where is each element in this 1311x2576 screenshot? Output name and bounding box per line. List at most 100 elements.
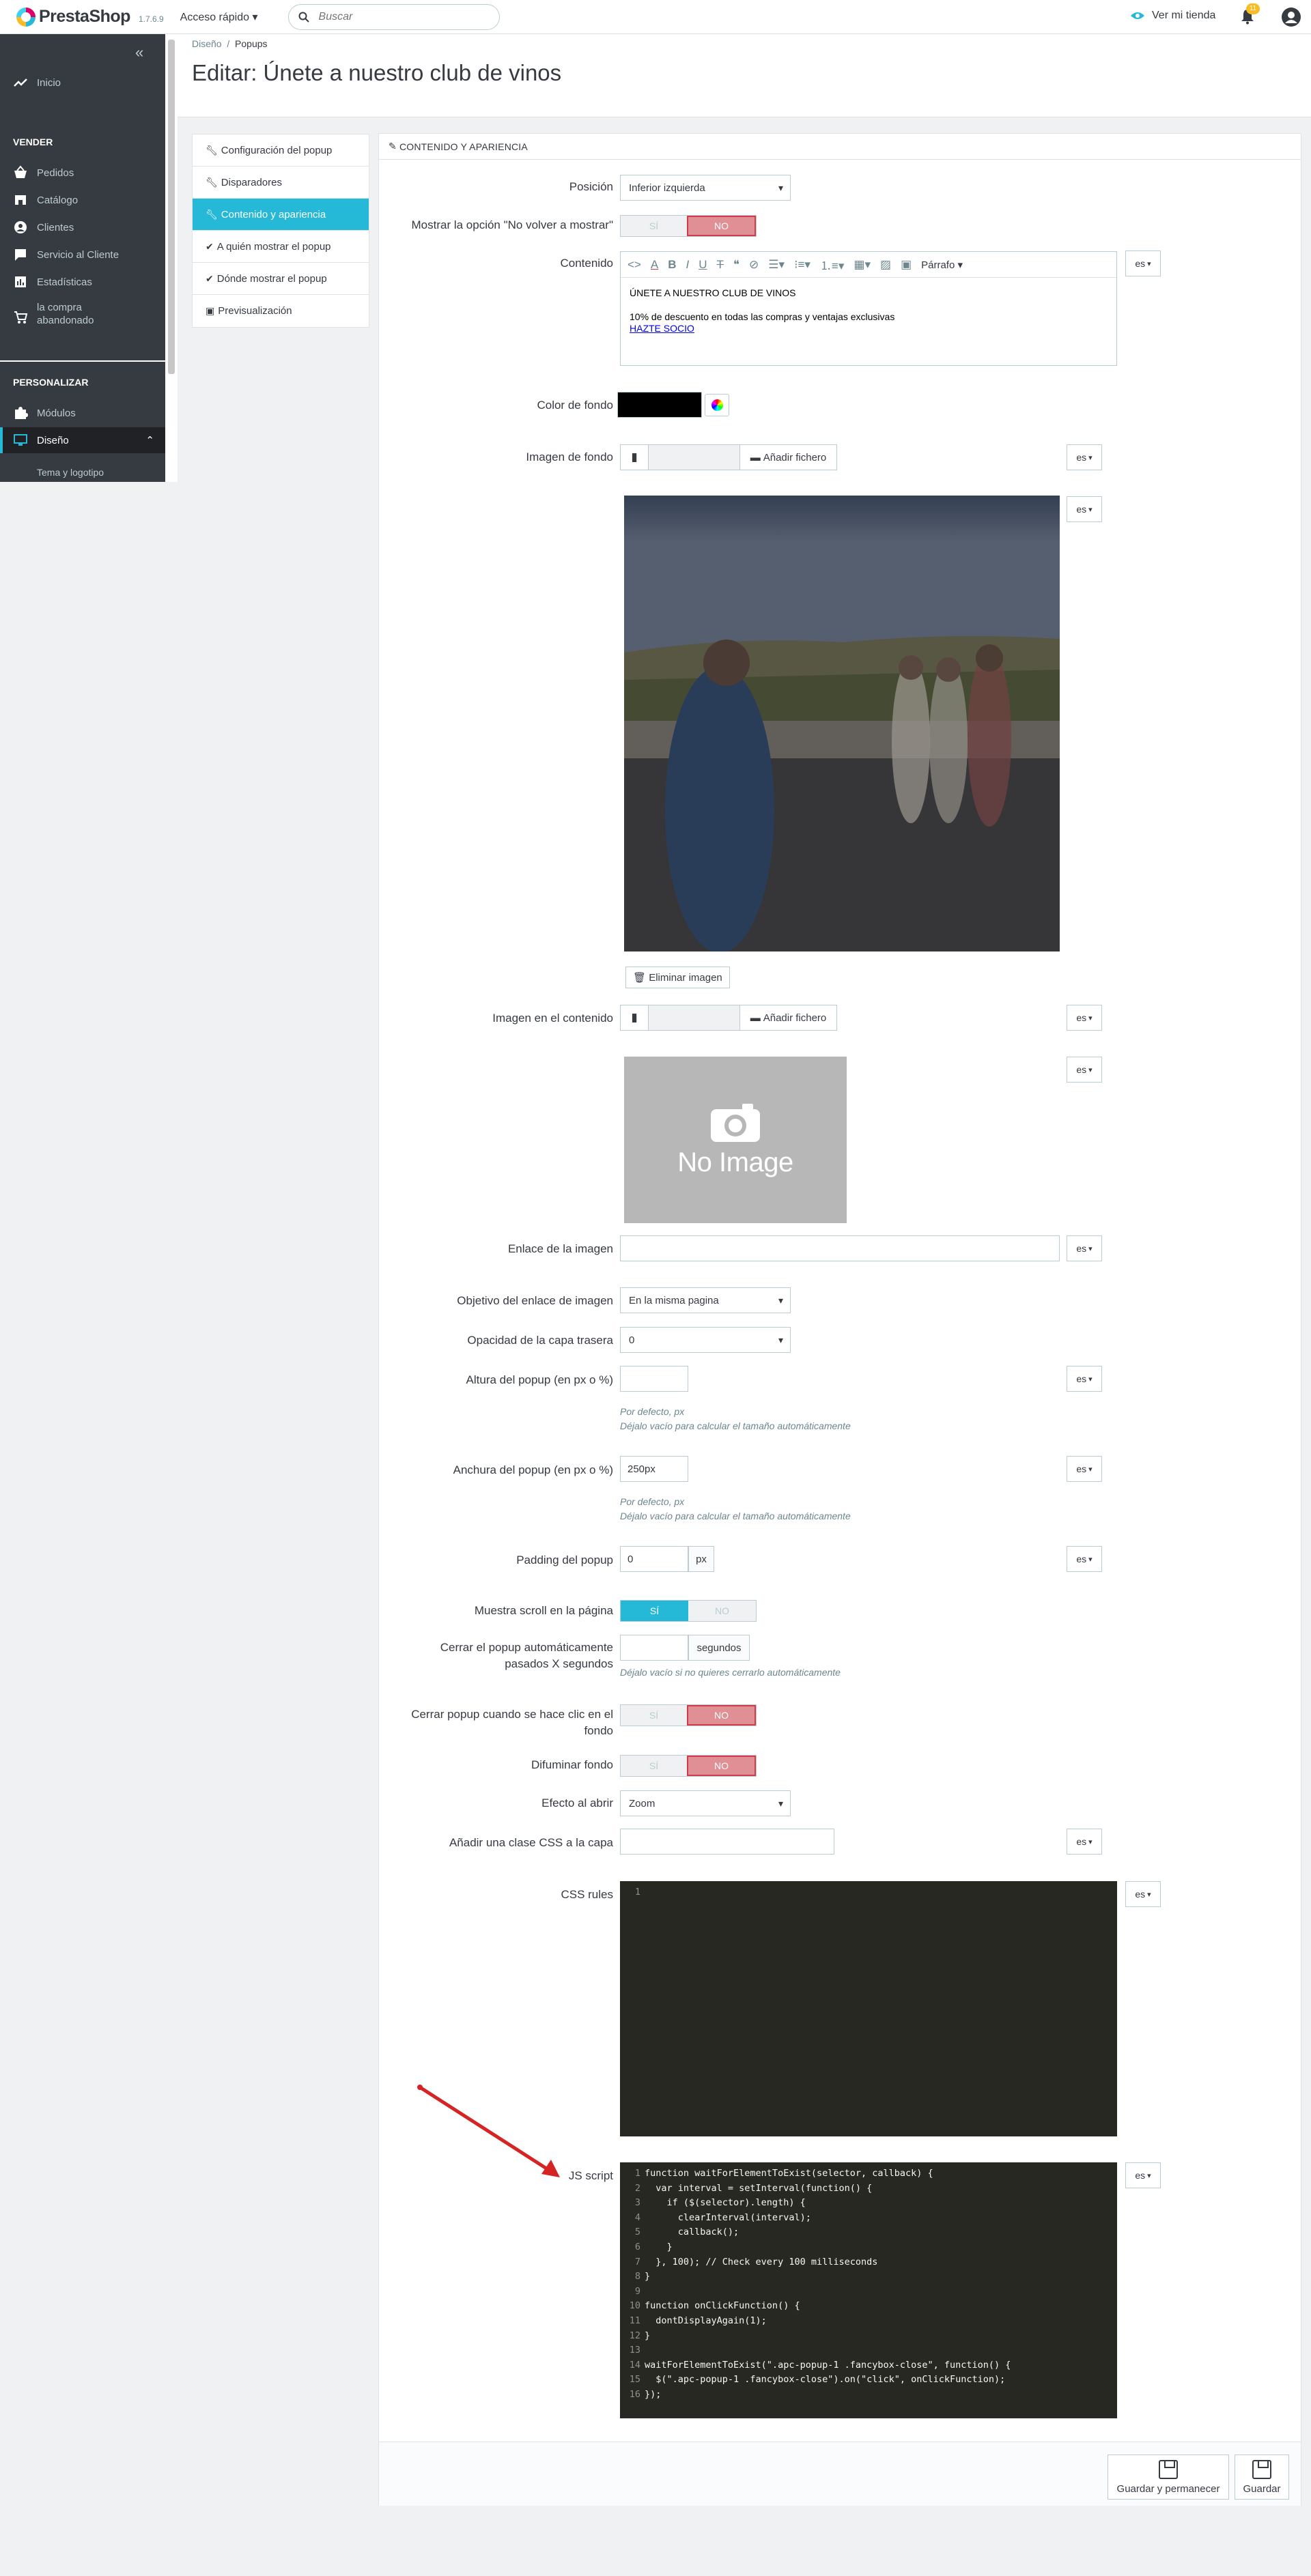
close-bg-switch[interactable]: SÍ NO [620,1704,757,1726]
text-color-icon[interactable]: A [651,258,658,272]
css-code-editor[interactable]: 1 [620,1881,1117,2136]
css-class-input[interactable] [620,1829,834,1855]
view-shop-link[interactable]: Ver mi tienda [1130,10,1215,22]
autoclose-input[interactable] [620,1635,688,1661]
blur-switch[interactable]: SÍ NO [620,1755,757,1777]
prestashop-logo[interactable]: PrestaShop 1.7.6.9 [16,7,164,27]
breadcrumb-parent[interactable]: Diseño [192,38,222,49]
content-lang-select[interactable]: es [1125,251,1161,276]
tab-content-appearance[interactable]: 🔧︎ Contenido y apariencia [193,199,369,231]
sidebar-item-catalog[interactable]: Catálogo [0,190,165,210]
collapse-sidebar-icon[interactable]: « [135,44,143,61]
overlay-opacity-select[interactable]: 0 [620,1327,791,1353]
align-icon[interactable]: ☰▾ [768,258,785,272]
content-image-preview-lang-select[interactable]: es [1067,1057,1102,1083]
width-lang-select[interactable]: es [1067,1456,1102,1482]
sidebar-scroll-thumb[interactable] [168,40,175,374]
quick-access-menu[interactable]: Acceso rápido ▾ [180,10,258,24]
tab-who-to-show[interactable]: ✔ A quién mostrar el popup [193,231,369,263]
switch-no[interactable]: NO [687,1756,756,1776]
no-image-placeholder: No Image [624,1057,847,1223]
search-box[interactable] [287,3,500,30]
add-file-button[interactable]: ▬ Añadir fichero [740,444,837,470]
link-icon[interactable]: ⊘ [749,258,759,272]
position-select[interactable]: Inferior izquierda [620,175,791,201]
css-rules-lang-select[interactable]: es [1125,1881,1161,1907]
line-number: 16 [629,2388,640,2400]
save-button[interactable]: Guardar [1235,2455,1289,2500]
blockquote-icon[interactable]: ❝ [733,258,739,272]
switch-yes[interactable]: SÍ [621,216,687,236]
code-text: } [645,2241,673,2252]
media-icon[interactable]: ▣ [901,258,912,272]
scroll-switch[interactable]: SÍ NO [620,1600,757,1622]
bg-color-swatch[interactable] [617,392,702,418]
js-code-editor[interactable]: 1 function waitForElementToExist(selector… [620,2162,1117,2418]
sidebar-item-home[interactable]: Inicio [0,72,165,93]
width-label: Anchura del popup (en px o %) [453,1463,613,1476]
code-view-icon[interactable]: <> [628,258,641,272]
tab-preview[interactable]: ▣ Previsualización [193,295,369,327]
popup-tabs: 🔧︎ Configuración del popup 🔧︎ Disparadores… [192,134,369,328]
padding-lang-select[interactable]: es [1067,1546,1102,1572]
effect-select[interactable]: Zoom [620,1790,791,1816]
line-number: 14 [629,2359,640,2371]
height-input[interactable] [620,1366,688,1392]
sidebar-item-modules[interactable]: Módulos [0,403,165,423]
image-target-select[interactable]: En la misma pagina [620,1287,791,1313]
line-number: 7 [634,2256,640,2267]
tab-where-to-show[interactable]: ✔ Dónde mostrar el popup [193,263,369,295]
underline-icon[interactable]: U [699,258,707,272]
sidebar-item-customers[interactable]: Clientes [0,217,165,238]
add-file-button[interactable]: ▬ Añadir fichero [740,1005,837,1031]
image-link-input[interactable] [620,1235,1060,1261]
switch-yes[interactable]: SÍ [621,1705,687,1726]
height-lang-select[interactable]: es [1067,1366,1102,1392]
rich-text-editor[interactable]: <> A B I U T ❝ ⊘ ☰▾ ⁝≡▾ ⒈≡▾ ▦▾ ▨ ▣ Párra… [620,251,1117,366]
strikethrough-icon[interactable]: T [717,258,724,272]
sidebar-item-design[interactable]: Diseño ⌃ [0,427,165,453]
logo-icon [16,7,36,27]
tab-triggers[interactable]: 🔧︎ Disparadores [193,167,369,199]
padding-input[interactable]: 0 [620,1546,688,1572]
css-class-lang-select[interactable]: es [1067,1829,1102,1855]
bullet-list-icon[interactable]: ⁝≡▾ [794,258,810,272]
editor-link[interactable]: HAZTE SOCIO [630,323,1108,335]
paragraph-format-dropdown[interactable]: Párrafo ▾ [921,259,963,271]
store-icon [15,195,26,205]
editor-body[interactable]: ÚNETE A NUESTRO CLUB DE VINOS 10% de des… [621,278,1116,345]
italic-icon[interactable]: I [686,258,689,272]
switch-no[interactable]: NO [688,1601,756,1621]
user-avatar-icon[interactable] [1282,8,1301,27]
color-picker-icon[interactable] [705,394,729,416]
no-image-text: No Image [677,1147,793,1177]
sidebar-item-customer-service[interactable]: Servicio al Cliente [0,244,165,265]
sidebar-item-abandoned-cart[interactable]: la compra abandonado [0,302,165,332]
js-script-lang-select[interactable]: es [1125,2162,1161,2188]
cart-icon [14,311,28,324]
bg-image-file[interactable]: ▮ ▬ Añadir fichero [620,444,837,470]
numbered-list-icon[interactable]: ⒈≡▾ [820,256,844,273]
switch-yes[interactable]: SÍ [621,1756,687,1776]
sidebar-item-orders[interactable]: Pedidos [0,162,165,183]
search-input[interactable] [318,10,476,23]
sidebar-item-stats[interactable]: Estadísticas [0,272,165,292]
delete-image-button[interactable]: 🗑︎ Eliminar imagen [625,967,730,988]
bg-image-preview-lang-select[interactable]: es [1067,496,1102,522]
width-input[interactable]: 250px [620,1456,688,1482]
content-image-lang-select[interactable]: es [1067,1005,1102,1031]
no-show-switch[interactable]: SÍ NO [620,215,757,237]
tab-popup-config[interactable]: 🔧︎ Configuración del popup [193,134,369,167]
table-icon[interactable]: ▦▾ [854,258,871,272]
tab-label: Configuración del popup [221,144,333,156]
switch-no[interactable]: NO [687,216,756,236]
image-link-lang-select[interactable]: es [1067,1235,1102,1261]
switch-no[interactable]: NO [687,1705,756,1726]
content-image-file[interactable]: ▮ ▬ Añadir fichero [620,1005,837,1031]
bg-image-lang-select[interactable]: es [1067,444,1102,470]
insert-image-icon[interactable]: ▨ [880,258,891,272]
save-and-stay-button[interactable]: Guardar y permanecer [1108,2455,1229,2500]
sidebar-subitem-theme[interactable]: Tema y logotipo [37,467,104,478]
bold-icon[interactable]: B [668,258,676,272]
switch-yes[interactable]: SÍ [621,1601,688,1621]
